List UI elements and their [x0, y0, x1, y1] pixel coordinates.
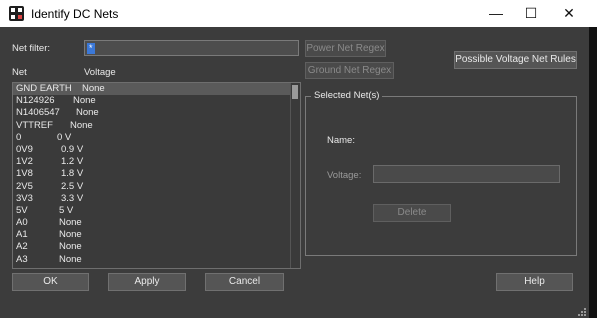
power-net-regex-button[interactable]: Power Net Regex — [305, 40, 386, 57]
voltage-input[interactable] — [373, 165, 560, 183]
list-item[interactable]: 0V9 0.9 V — [13, 144, 300, 156]
voltage-label: Voltage: — [327, 170, 362, 181]
title-bar: Identify DC Nets — ☐ ✕ — [0, 0, 597, 27]
list-item[interactable]: N1406547 None — [13, 107, 300, 119]
list-item[interactable]: 3V3 3.3 V — [13, 193, 300, 205]
selected-nets-title: Selected Net(s) — [311, 90, 383, 101]
ground-net-regex-button[interactable]: Ground Net Regex — [305, 62, 394, 79]
net-filter-label: Net filter: — [12, 43, 51, 54]
resize-grip-icon[interactable] — [578, 308, 586, 316]
list-item[interactable]: 00 V — [13, 132, 300, 144]
possible-voltage-net-rules-button[interactable]: Possible Voltage Net Rules — [454, 51, 577, 69]
net-filter-value: * — [87, 43, 95, 54]
maximize-icon[interactable]: ☐ — [516, 3, 546, 23]
list-item[interactable]: 1V8 1.8 V — [13, 168, 300, 180]
ok-button[interactable]: OK — [12, 273, 89, 291]
net-filter-input[interactable]: * — [84, 40, 299, 56]
close-icon[interactable]: ✕ — [554, 3, 584, 23]
list-item[interactable]: 2V5 2.5 V — [13, 181, 300, 193]
list-item[interactable]: A3 None — [13, 254, 300, 266]
net-list[interactable]: GND EARTH None N124926 None N1406547 None V… — [12, 82, 301, 269]
list-item[interactable]: GND EARTH None — [13, 83, 300, 96]
cancel-button[interactable]: Cancel — [205, 273, 284, 291]
delete-button[interactable]: Delete — [373, 204, 451, 222]
list-item[interactable]: A2 None — [13, 241, 300, 253]
window-title: Identify DC Nets — [31, 7, 119, 21]
list-scrollbar[interactable] — [290, 83, 300, 268]
dialog-body: Net filter: * Power Net Regex Ground Net… — [0, 27, 589, 318]
scrollbar-thumb[interactable] — [292, 85, 298, 99]
voltage-column-header: Voltage — [84, 67, 116, 78]
apply-button[interactable]: Apply — [108, 273, 186, 291]
help-button[interactable]: Help — [496, 273, 573, 291]
net-column-header: Net — [12, 67, 27, 78]
list-item[interactable]: N124926 None — [13, 95, 300, 107]
list-item[interactable]: 1V2 1.2 V — [13, 156, 300, 168]
list-item[interactable]: A1 None — [13, 229, 300, 241]
app-icon — [9, 6, 24, 21]
list-item[interactable]: 5V 5 V — [13, 205, 300, 217]
name-label: Name: — [327, 135, 355, 146]
window-edge — [589, 27, 597, 318]
minimize-icon[interactable]: — — [481, 3, 511, 23]
list-item[interactable]: VTTREF None — [13, 120, 300, 132]
list-item[interactable]: A0 None — [13, 217, 300, 229]
